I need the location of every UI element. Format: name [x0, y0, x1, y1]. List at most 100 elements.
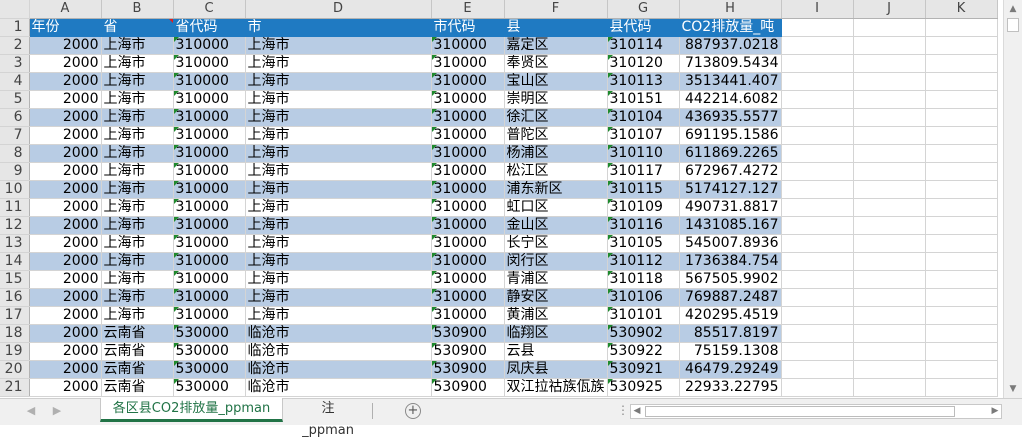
- header-cell-province[interactable]: 省: [101, 18, 174, 37]
- column-header-b[interactable]: B: [101, 0, 174, 19]
- cell-city-code[interactable]: 310000: [431, 288, 505, 307]
- cell-city-code[interactable]: 530900: [431, 378, 505, 397]
- cell-co2[interactable]: 887937.0218: [679, 36, 782, 55]
- cell-province[interactable]: 上海市: [101, 126, 174, 145]
- empty-cell[interactable]: [781, 378, 854, 397]
- scroll-down-icon[interactable]: ▼: [1007, 383, 1019, 395]
- row-header[interactable]: 17: [0, 306, 30, 325]
- cell-year[interactable]: 2000: [29, 90, 102, 109]
- cell-province-code[interactable]: 310000: [173, 126, 246, 145]
- cell-year[interactable]: 2000: [29, 378, 102, 397]
- tab-notes[interactable]: 注_ppman: [287, 398, 369, 438]
- column-header-k[interactable]: K: [925, 0, 998, 19]
- cell-county[interactable]: 浦东新区: [504, 180, 608, 199]
- cell-county-code[interactable]: 310116: [607, 216, 680, 235]
- cell-province[interactable]: 上海市: [101, 72, 174, 91]
- cell-county[interactable]: 奉贤区: [504, 54, 608, 73]
- cell-city-code[interactable]: 310000: [431, 234, 505, 253]
- cell-county-code[interactable]: 310110: [607, 144, 680, 163]
- horizontal-scroll-thumb[interactable]: [645, 406, 955, 417]
- cell-province[interactable]: 上海市: [101, 180, 174, 199]
- cell-city[interactable]: 上海市: [245, 162, 432, 181]
- cell-year[interactable]: 2000: [29, 342, 102, 361]
- cell-county[interactable]: 青浦区: [504, 270, 608, 289]
- empty-cell[interactable]: [925, 162, 998, 181]
- row-header[interactable]: 19: [0, 342, 30, 361]
- cell-city[interactable]: 上海市: [245, 180, 432, 199]
- empty-cell[interactable]: [925, 342, 998, 361]
- cell-city-code[interactable]: 310000: [431, 216, 505, 235]
- cell-province[interactable]: 上海市: [101, 144, 174, 163]
- cell-county[interactable]: 静安区: [504, 288, 608, 307]
- cell-county[interactable]: 杨浦区: [504, 144, 608, 163]
- empty-cell[interactable]: [925, 288, 998, 307]
- cell-city[interactable]: 上海市: [245, 306, 432, 325]
- cell-year[interactable]: 2000: [29, 234, 102, 253]
- empty-cell[interactable]: [925, 72, 998, 91]
- cell-co2[interactable]: 3513441.407: [679, 72, 782, 91]
- cell-year[interactable]: 2000: [29, 108, 102, 127]
- cell-city-code[interactable]: 310000: [431, 36, 505, 55]
- cell-province[interactable]: 上海市: [101, 252, 174, 271]
- empty-cell[interactable]: [853, 18, 926, 37]
- empty-cell[interactable]: [853, 378, 926, 397]
- cell-co2[interactable]: 713809.5434: [679, 54, 782, 73]
- cell-province-code[interactable]: 310000: [173, 36, 246, 55]
- cell-county[interactable]: 虹口区: [504, 198, 608, 217]
- empty-cell[interactable]: [781, 144, 854, 163]
- row-header[interactable]: 13: [0, 234, 30, 253]
- empty-cell[interactable]: [925, 234, 998, 253]
- empty-cell[interactable]: [925, 360, 998, 379]
- column-header-d[interactable]: D: [245, 0, 432, 19]
- empty-cell[interactable]: [781, 162, 854, 181]
- row-header[interactable]: 5: [0, 90, 30, 109]
- empty-cell[interactable]: [781, 342, 854, 361]
- cell-city-code[interactable]: 310000: [431, 72, 505, 91]
- cell-province-code[interactable]: 310000: [173, 54, 246, 73]
- row-header[interactable]: 14: [0, 252, 30, 271]
- empty-cell[interactable]: [853, 252, 926, 271]
- scroll-right-icon[interactable]: ▶: [989, 405, 1001, 418]
- worksheet-table[interactable]: A B C D E F G H I J K 1 年份 省 省代码 市 市代码 县: [0, 0, 998, 397]
- cell-province-code[interactable]: 310000: [173, 234, 246, 253]
- cell-province-code[interactable]: 310000: [173, 288, 246, 307]
- cell-co2[interactable]: 567505.9902: [679, 270, 782, 289]
- cell-province[interactable]: 上海市: [101, 54, 174, 73]
- header-cell-county-code[interactable]: 县代码: [607, 18, 680, 37]
- cell-province[interactable]: 上海市: [101, 198, 174, 217]
- cell-city[interactable]: 上海市: [245, 36, 432, 55]
- cell-city-code[interactable]: 310000: [431, 180, 505, 199]
- empty-cell[interactable]: [853, 360, 926, 379]
- cell-co2[interactable]: 420295.4519: [679, 306, 782, 325]
- cell-county-code[interactable]: 310105: [607, 234, 680, 253]
- cell-province-code[interactable]: 310000: [173, 162, 246, 181]
- empty-cell[interactable]: [853, 108, 926, 127]
- cell-province[interactable]: 上海市: [101, 288, 174, 307]
- column-header-h[interactable]: H: [679, 0, 782, 19]
- cell-county-code[interactable]: 310114: [607, 36, 680, 55]
- cell-county-code[interactable]: 530921: [607, 360, 680, 379]
- cell-year[interactable]: 2000: [29, 288, 102, 307]
- cell-city[interactable]: 上海市: [245, 252, 432, 271]
- row-header[interactable]: 4: [0, 72, 30, 91]
- empty-cell[interactable]: [853, 270, 926, 289]
- cell-co2[interactable]: 672967.4272: [679, 162, 782, 181]
- empty-cell[interactable]: [781, 270, 854, 289]
- tab-prev-icon[interactable]: ◀: [24, 403, 38, 419]
- vertical-scroll-thumb[interactable]: [1007, 18, 1019, 32]
- empty-cell[interactable]: [925, 36, 998, 55]
- cell-city-code[interactable]: 310000: [431, 108, 505, 127]
- horizontal-scrollbar[interactable]: ◀ ▶: [630, 404, 1002, 419]
- cell-province[interactable]: 云南省: [101, 360, 174, 379]
- empty-cell[interactable]: [781, 108, 854, 127]
- empty-cell[interactable]: [925, 306, 998, 325]
- select-all-corner[interactable]: [0, 0, 30, 19]
- cell-city-code[interactable]: 310000: [431, 306, 505, 325]
- empty-cell[interactable]: [925, 378, 998, 397]
- cell-province-code[interactable]: 310000: [173, 90, 246, 109]
- cell-county[interactable]: 云县: [504, 342, 608, 361]
- row-header[interactable]: 3: [0, 54, 30, 73]
- cell-province[interactable]: 上海市: [101, 162, 174, 181]
- cell-county[interactable]: 双江拉祜族佤族: [504, 378, 608, 397]
- column-header-g[interactable]: G: [607, 0, 680, 19]
